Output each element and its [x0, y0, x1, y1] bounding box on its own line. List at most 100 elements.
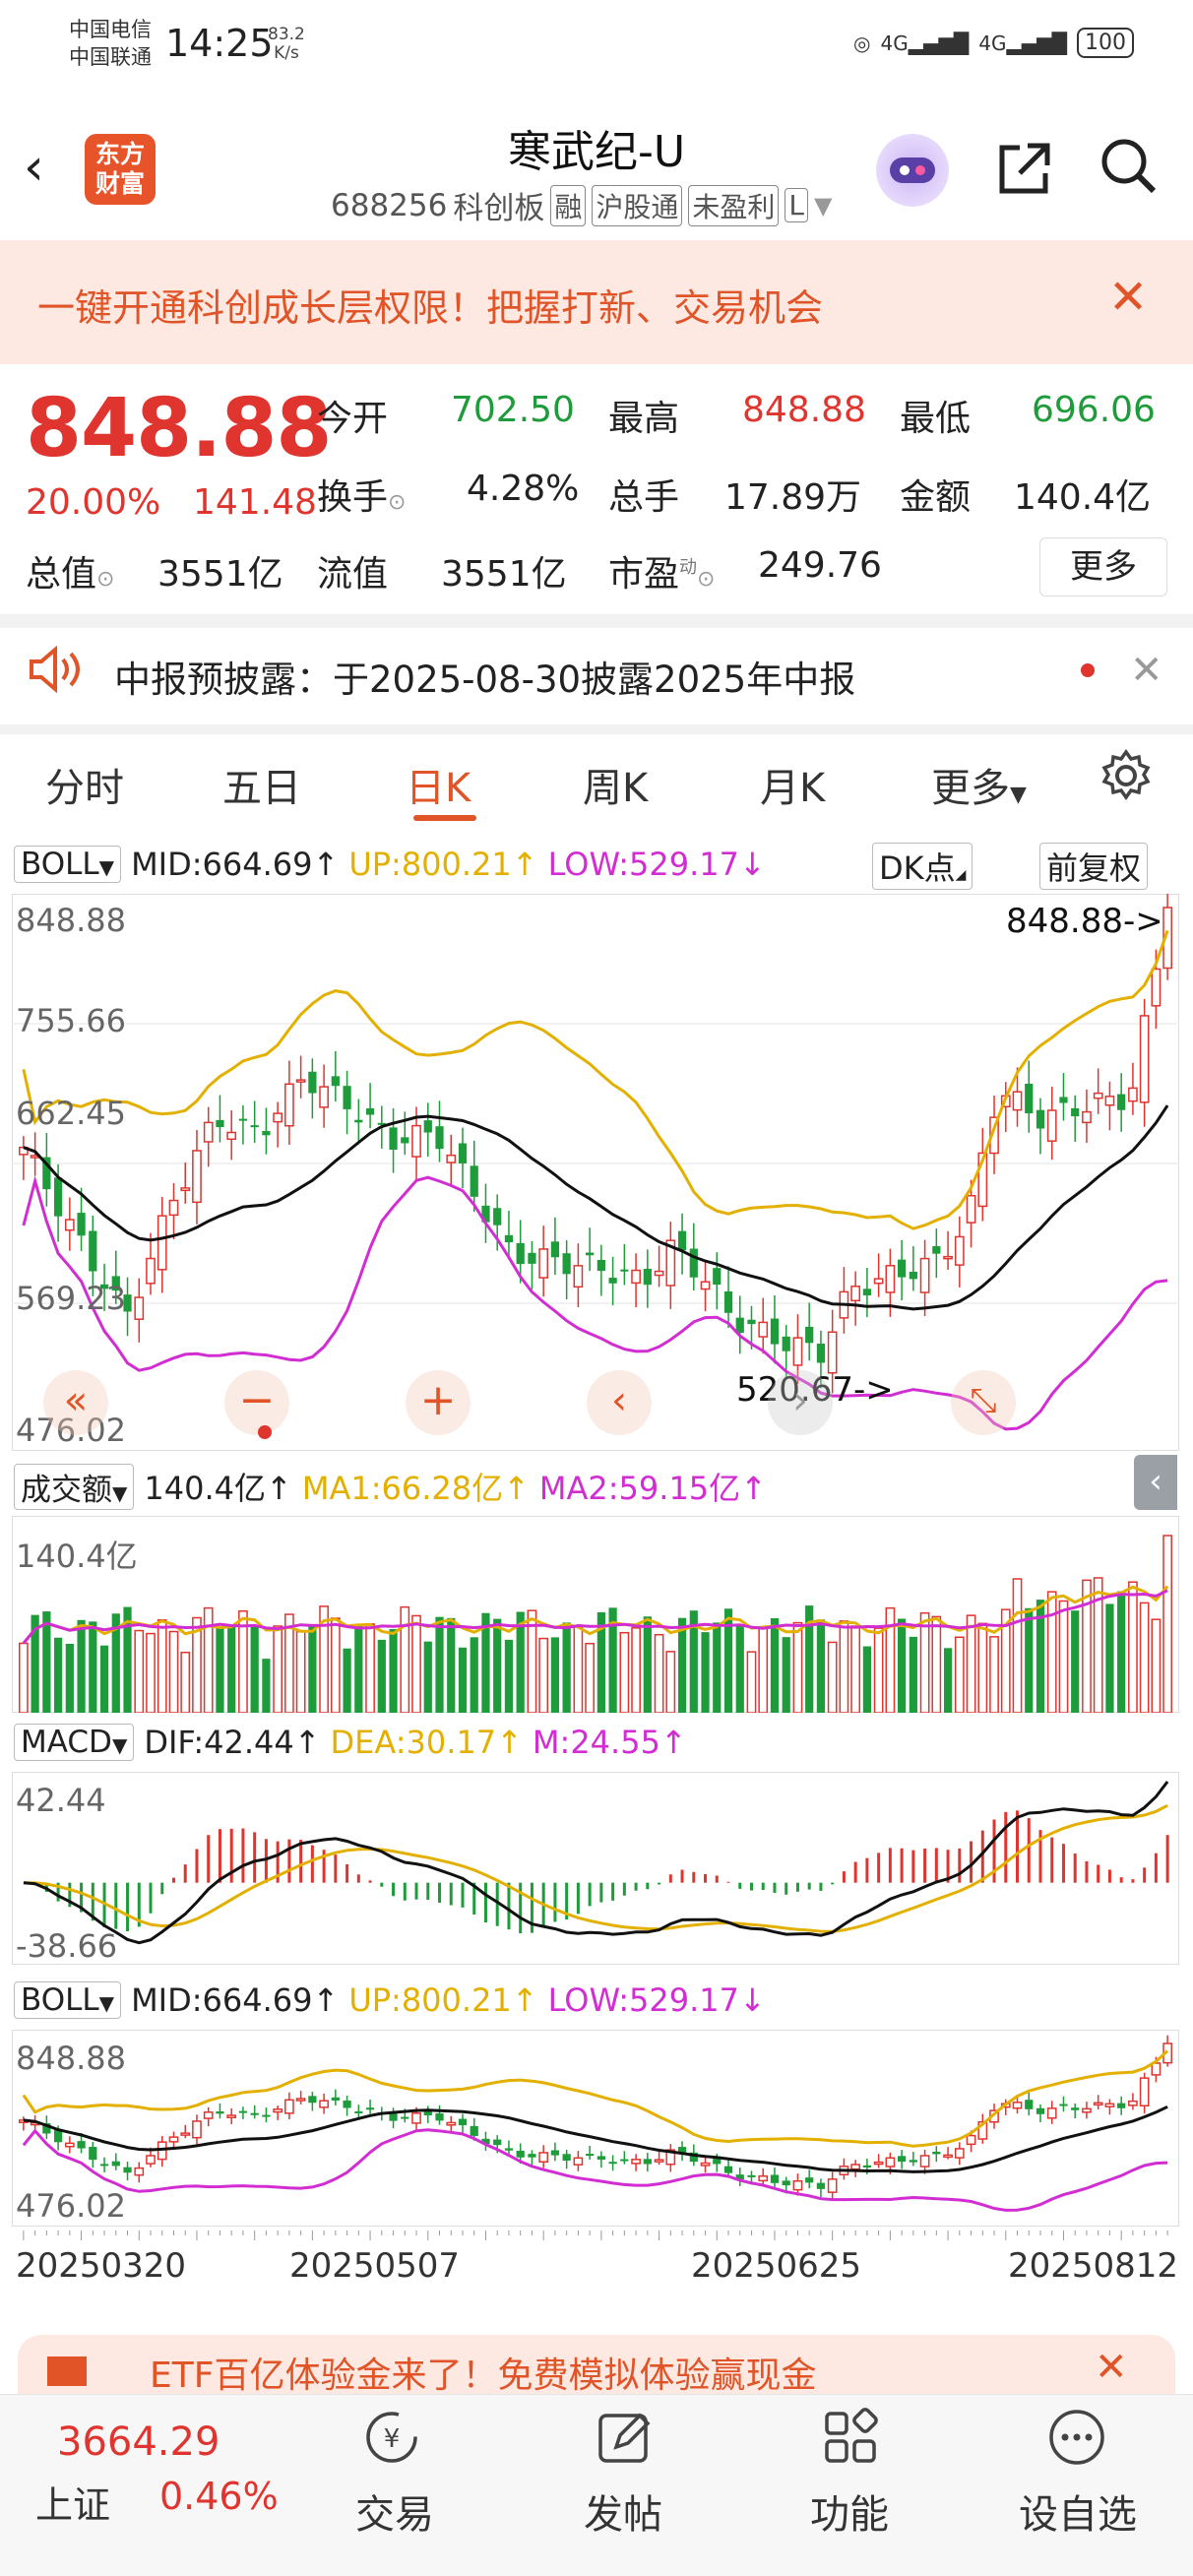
volume-y-label: 140.4亿: [16, 1538, 138, 1575]
close-icon[interactable]: ✕: [1130, 648, 1163, 693]
collapse-panel-icon[interactable]: ‹: [1134, 1455, 1177, 1510]
tab-weekly-k[interactable]: 周K: [583, 756, 648, 813]
candle-body: [493, 1208, 502, 1225]
volume-bar: [343, 1648, 351, 1713]
candle-body: [192, 2120, 202, 2139]
volume-chart: [12, 1516, 1179, 1713]
candle-body: [538, 2152, 549, 2163]
candle-body: [723, 2166, 733, 2173]
ad-banner[interactable]: ETF百亿体验金来了！免费模拟体验赢现金 ✕: [18, 2335, 1175, 2394]
mktcap-label: 总值⊙: [26, 554, 115, 595]
boll2-indicator-select[interactable]: BOLL▼: [14, 1981, 122, 2019]
volume-bar: [735, 1625, 744, 1713]
tag-board: 科创板: [453, 191, 545, 226]
battery-icon: 100: [1077, 28, 1134, 58]
tab-more[interactable]: 更多▼: [931, 756, 1027, 813]
change-percent: 20.00%: [26, 482, 161, 523]
candle-body: [966, 1194, 976, 1224]
candle-body: [470, 2125, 478, 2136]
share-icon[interactable]: [992, 138, 1055, 214]
candle-body: [354, 2110, 363, 2113]
volume-bar: [643, 1616, 652, 1713]
index-value[interactable]: 3664.29: [57, 2419, 220, 2465]
volume-ma2: MA2:59.15亿↑: [538, 1470, 767, 1507]
nav-trade[interactable]: 交易: [321, 2482, 469, 2540]
ai-assistant-icon[interactable]: [876, 134, 949, 207]
candle-body: [493, 2139, 502, 2146]
candle-body: [1036, 2107, 1045, 2114]
tab-daily-k[interactable]: 日K: [406, 756, 471, 813]
close-icon[interactable]: ✕: [1095, 2345, 1128, 2390]
fullscreen-icon[interactable]: ⤡: [951, 1370, 1016, 1435]
candle-body: [816, 1344, 826, 1363]
macd-dea: DEA:30.17↑: [330, 1724, 523, 1761]
candle-body: [747, 2174, 756, 2177]
carrier-2: 中国联通: [69, 45, 152, 69]
stock-subtitle[interactable]: 688256 科创板 融 沪股通 未盈利 L ▼: [331, 183, 832, 227]
candle-body: [805, 1326, 814, 1344]
dk-point-select[interactable]: DK点◢: [872, 843, 973, 890]
index-pct[interactable]: 0.46%: [159, 2475, 279, 2518]
nav-post[interactable]: 发帖: [549, 2482, 697, 2540]
candle-body: [909, 2160, 917, 2163]
candle-body: [446, 1154, 457, 1163]
volume-indicator-select[interactable]: 成交额▼: [14, 1463, 135, 1510]
rewind-icon[interactable]: «: [43, 1370, 108, 1435]
zoom-out-icon[interactable]: −: [224, 1370, 289, 1435]
more-button[interactable]: 更多: [1039, 537, 1167, 597]
more-dots-icon[interactable]: [1047, 2408, 1106, 2471]
nav-function[interactable]: 功能: [776, 2482, 923, 2540]
zoom-in-icon[interactable]: +: [406, 1370, 471, 1435]
candle-body: [1025, 2100, 1034, 2109]
close-icon[interactable]: ✕: [1108, 270, 1148, 325]
volume-bar: [619, 1631, 630, 1713]
candle-body: [792, 2180, 803, 2191]
kline-chart[interactable]: [12, 894, 1179, 1451]
volume-bar: [1117, 1591, 1126, 1713]
tab-five-day[interactable]: 五日: [222, 756, 301, 813]
candle-body: [1046, 1109, 1057, 1142]
tab-monthly-k[interactable]: 月K: [760, 756, 825, 813]
volume-ma1: MA1:66.28亿↑: [301, 1470, 530, 1507]
notice-text[interactable]: 中报预披露：于2025-08-30披露2025年中报: [114, 650, 855, 703]
x-date-4: 20250812: [1008, 2246, 1179, 2286]
volume-bar: [792, 1621, 803, 1713]
indicator-select[interactable]: BOLL▼: [14, 846, 122, 883]
volume-bar: [758, 1626, 769, 1713]
candle-body: [608, 2162, 617, 2165]
low-value: 696.06: [1032, 390, 1156, 430]
pe-value: 249.76: [758, 545, 882, 586]
tab-intraday[interactable]: 分时: [45, 756, 124, 813]
promo-banner-text[interactable]: 一键开通科创成长层权限！把握打新、交易机会: [37, 278, 823, 332]
chevron-right-icon[interactable]: ›: [768, 1370, 833, 1435]
volume-current: 140.4亿↑: [144, 1470, 292, 1507]
volume-bar: [458, 1647, 468, 1713]
chevron-left-icon[interactable]: ‹: [587, 1370, 652, 1435]
macd-indicator-row: MACD▼ DIF:42.44↑ DEA:30.17↑ M:24.55↑: [14, 1721, 687, 1764]
candle-body: [689, 1248, 698, 1278]
macd-indicator-select[interactable]: MACD▼: [14, 1724, 135, 1761]
post-icon[interactable]: [595, 2408, 654, 2471]
candle-body: [446, 2121, 457, 2126]
candle-body: [677, 1230, 687, 1251]
candle-body: [631, 1269, 641, 1285]
candle-body: [365, 2107, 375, 2110]
x-axis-ticks: [23, 2230, 1168, 2240]
search-icon[interactable]: [1097, 134, 1160, 211]
chevron-down-icon[interactable]: ▼: [814, 192, 832, 220]
candle-body: [1104, 2103, 1115, 2107]
volume-bar: [909, 1636, 917, 1713]
settings-icon[interactable]: [1099, 748, 1154, 807]
trade-icon[interactable]: ¥: [362, 2408, 421, 2471]
function-icon[interactable]: [821, 2408, 880, 2471]
adjust-select[interactable]: 前复权: [1039, 843, 1149, 890]
y-label-1: 848.88: [16, 902, 126, 939]
candle-body: [168, 2136, 179, 2143]
candle-body: [216, 1119, 224, 1128]
index-name[interactable]: 上证: [35, 2475, 110, 2529]
nav-add-watchlist[interactable]: 设自选: [1004, 2482, 1152, 2540]
candle-body: [157, 1215, 167, 1271]
amount-value: 140.4亿: [1014, 477, 1152, 518]
volume-bar: [746, 1651, 757, 1713]
candle-body: [713, 1268, 722, 1286]
